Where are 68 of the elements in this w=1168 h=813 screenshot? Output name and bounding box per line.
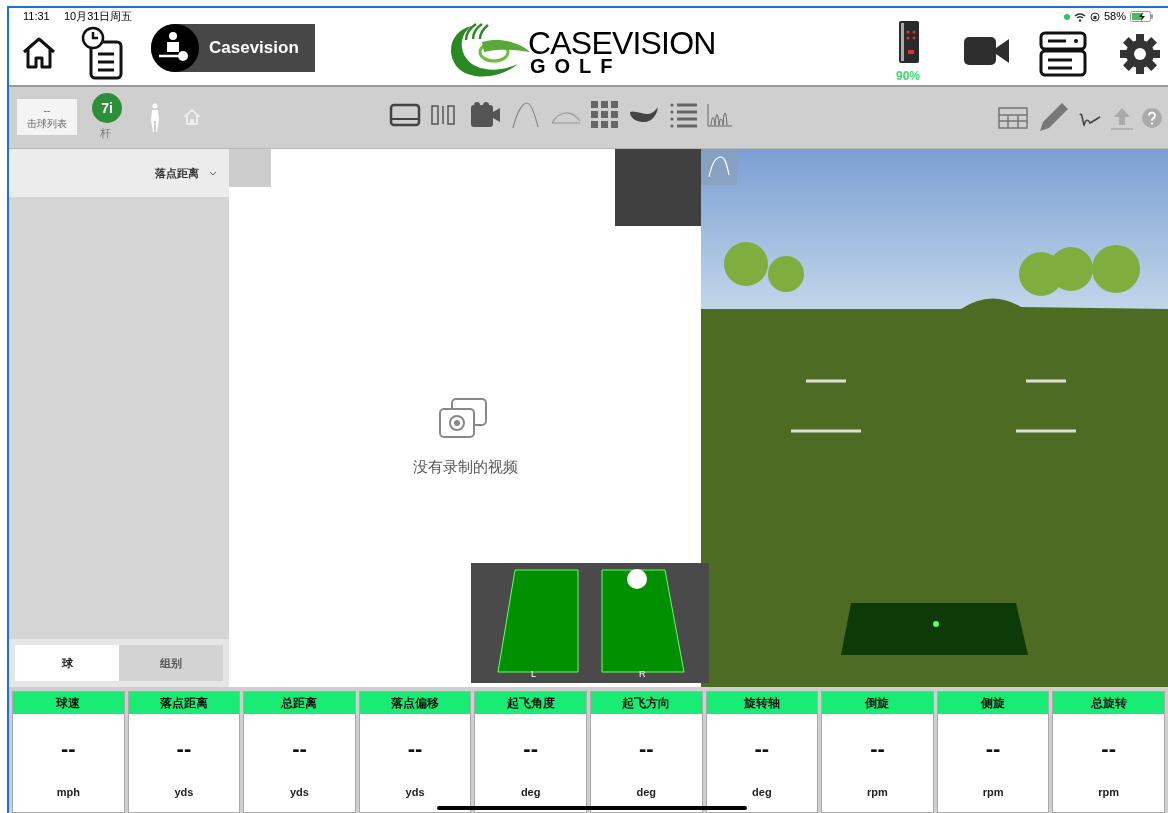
- wifi-icon: [1073, 11, 1086, 22]
- metric-value: --: [638, 738, 654, 760]
- battery-percentage: 58%: [1103, 11, 1126, 22]
- metric-header: 落点距离: [128, 692, 240, 714]
- view-tab[interactable]: 球: [15, 645, 119, 681]
- launch-monitor-icon[interactable]: [897, 20, 921, 64]
- metric-value: --: [523, 738, 538, 760]
- club-label: 杆: [100, 126, 111, 141]
- metric-header: 落点偏移: [359, 692, 471, 714]
- metric-unit: deg: [752, 785, 772, 800]
- metric-header: 球速: [13, 692, 124, 714]
- logo-subtitle: GOLF: [529, 58, 623, 74]
- grid-icon[interactable]: [591, 101, 619, 129]
- metric-value: --: [985, 738, 1001, 760]
- club-head-icon[interactable]: [629, 106, 659, 124]
- trajectory-icon[interactable]: [511, 101, 541, 129]
- right-label: R: [639, 670, 646, 679]
- list-icon[interactable]: [669, 101, 697, 129]
- metric-unit: rpm: [982, 785, 1004, 800]
- metric-header: 总距离: [244, 692, 355, 714]
- metric-header: 侧旋: [937, 692, 1049, 714]
- trajectory-view-button[interactable]: [701, 149, 737, 185]
- home-icon[interactable]: [21, 36, 57, 70]
- chevron-down-icon: [209, 170, 217, 176]
- rotation-lock-icon: [1089, 11, 1100, 22]
- table-icon[interactable]: [998, 107, 1028, 129]
- monitor-layout-icon[interactable]: [389, 103, 421, 127]
- metric-unit: deg: [636, 785, 657, 800]
- metric-value: --: [870, 738, 885, 760]
- metric-header: 旋转轴: [706, 692, 818, 714]
- metric-header: 倒旋: [822, 692, 933, 714]
- histogram-icon[interactable]: [707, 103, 733, 127]
- metric-value: --: [60, 738, 76, 760]
- metric-value: --: [1101, 738, 1116, 760]
- metric-value: --: [407, 738, 423, 760]
- settings-icon[interactable]: [1119, 33, 1161, 75]
- trajectory-arc-icon: [707, 156, 731, 178]
- metric-unit: yds: [405, 785, 425, 800]
- metric-header: 起飞方向: [590, 692, 702, 714]
- status-time: 11:31: [23, 11, 50, 22]
- metric-unit: yds: [174, 785, 194, 800]
- metric-unit: rpm: [867, 785, 888, 800]
- metric-value: --: [754, 738, 770, 760]
- help-icon[interactable]: [1142, 108, 1162, 128]
- metric-unit: deg: [520, 785, 541, 800]
- metric-unit: rpm: [1098, 785, 1120, 800]
- video-camera-icon[interactable]: [964, 35, 1010, 67]
- left-label: L: [531, 670, 536, 679]
- shot-list-button[interactable]: -- 击球列表: [17, 99, 77, 135]
- history-list-icon[interactable]: [81, 24, 125, 82]
- device-battery-level: 90%: [896, 68, 921, 85]
- user-key-icon: [151, 24, 199, 72]
- metric-header: 总旋转: [1053, 692, 1164, 714]
- video-thumbnail[interactable]: [615, 149, 701, 226]
- metric-unit: mph: [56, 785, 80, 800]
- metric-value: --: [176, 738, 192, 760]
- account-button[interactable]: Casevision: [151, 24, 315, 72]
- ball-icon: [627, 569, 647, 589]
- metric-header: 起飞角度: [475, 692, 586, 714]
- battery-charging-icon: [1130, 11, 1154, 22]
- sort-dropdown[interactable]: 落点距离: [9, 149, 229, 197]
- metric-unit: yds: [290, 785, 309, 800]
- logo-title: CASEVISION: [528, 28, 716, 58]
- camera-icon[interactable]: [471, 102, 501, 128]
- status-date: 10月31日周五: [64, 11, 133, 22]
- metric-value: --: [292, 738, 307, 760]
- club-badge[interactable]: 7i: [92, 93, 122, 123]
- no-video-message: 没有录制的视频: [411, 457, 519, 477]
